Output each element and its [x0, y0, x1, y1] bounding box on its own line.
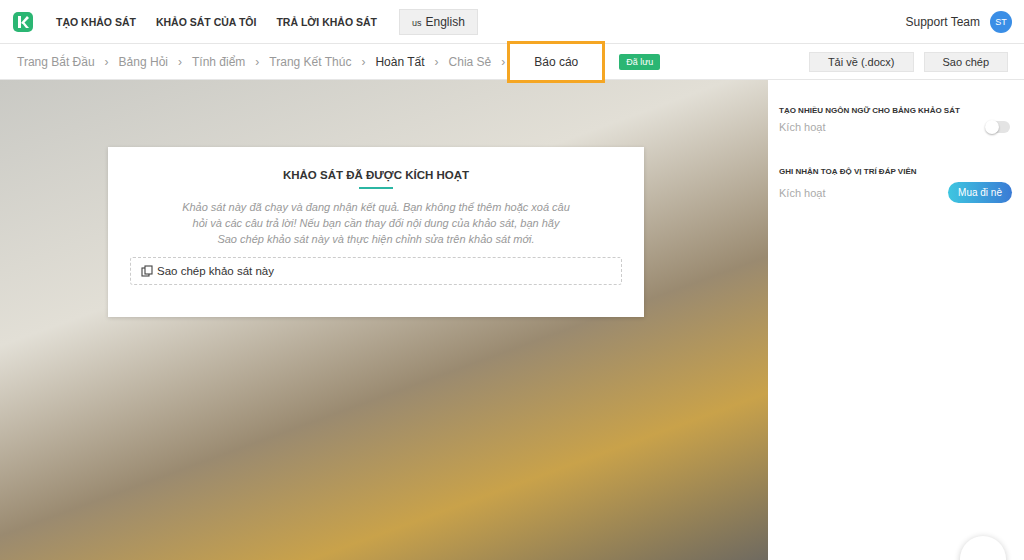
breadcrumb-separator: › [178, 55, 182, 69]
breadcrumb-item[interactable]: Chia Sẻ [449, 55, 492, 69]
breadcrumb-separator: › [435, 55, 439, 69]
chat-button[interactable] [960, 536, 1006, 560]
breadcrumb-item[interactable]: Trang Bắt Đầu [17, 55, 95, 69]
saved-badge: Đã lưu [619, 54, 660, 70]
notice-card: KHẢO SÁT ĐÃ ĐƯỢC KÍCH HOẠT Khảo sát này đ… [108, 147, 644, 317]
nav-item[interactable]: TẠO KHẢO SÁT [56, 16, 136, 28]
language-label: English [426, 15, 465, 29]
nav-item[interactable]: KHẢO SÁT CỦA TÔI [156, 16, 257, 28]
copy-survey-button[interactable]: Sao chép khảo sát này [130, 257, 622, 285]
toggle-switch[interactable] [986, 121, 1010, 133]
breadcrumb-separator: › [255, 55, 259, 69]
buy-button[interactable]: Mua đi nè [948, 182, 1012, 203]
breadcrumb-item[interactable]: Bảng Hỏi [119, 55, 168, 69]
top-bar: TẠO KHẢO SÁT KHẢO SÁT CỦA TÔI TRẢ LỜI KHẢO… [0, 0, 1024, 44]
logo-icon[interactable] [12, 11, 34, 33]
title-underline [359, 187, 393, 189]
breadcrumb-item[interactable]: Báo cáo [507, 41, 605, 83]
card-message: Khảo sát này đã chạy và đang nhận kết qu… [130, 199, 622, 247]
action-button[interactable]: Tải về (.docx) [809, 52, 914, 72]
page: TẠO KHẢO SÁT KHẢO SÁT CỦA TÔI TRẢ LỜI KHẢO… [0, 0, 1024, 560]
card-title: KHẢO SÁT ĐÃ ĐƯỢC KÍCH HOẠT [283, 169, 469, 181]
copy-icon [141, 265, 153, 277]
setting-row: TẠO NHIỀU NGÔN NGỮ CHO BẢNG KHẢO SÁT Kích… [779, 106, 1012, 133]
step-bar: Trang Bắt Đầu › Bảng Hỏi › Tính điểm › Trang K… [0, 44, 1024, 80]
breadcrumb: Trang Bắt Đầu › Bảng Hỏi › Tính điểm › Trang K… [17, 49, 660, 75]
setting-row: GHI NHẬN TOẠ ĐỘ VỊ TRÍ ĐÁP VIÊN Kích hoạt… [779, 167, 1012, 203]
breadcrumb-separator: › [105, 55, 109, 69]
nav-item[interactable]: TRẢ LỜI KHẢO SÁT [276, 16, 377, 28]
settings-panel: TẠO NHIỀU NGÔN NGỮ CHO BẢNG KHẢO SÁT Kích… [768, 80, 1024, 560]
language-button[interactable]: us English [399, 9, 478, 35]
breadcrumb-item[interactable]: Tính điểm [192, 55, 245, 69]
action-button[interactable]: Sao chép [924, 52, 1008, 72]
setting-label: Kích hoạt [779, 187, 825, 199]
breadcrumb-item[interactable]: Trang Kết Thúc [269, 55, 351, 69]
setting-label: Kích hoạt [779, 121, 825, 133]
flag-text: us [412, 18, 422, 28]
setting-title: GHI NHẬN TOẠ ĐỘ VỊ TRÍ ĐÁP VIÊN [779, 167, 1012, 176]
breadcrumb-separator: › [501, 55, 505, 69]
user-name[interactable]: Support Team [906, 15, 981, 29]
avatar[interactable]: ST [990, 11, 1012, 33]
background-photo: KHẢO SÁT ĐÃ ĐƯỢC KÍCH HOẠT Khảo sát này đ… [0, 80, 768, 560]
breadcrumb-item[interactable]: Hoàn Tất [375, 55, 424, 69]
breadcrumb-separator: › [361, 55, 365, 69]
toggle-knob [985, 120, 999, 134]
setting-title: TẠO NHIỀU NGÔN NGỮ CHO BẢNG KHẢO SÁT [779, 106, 1012, 115]
